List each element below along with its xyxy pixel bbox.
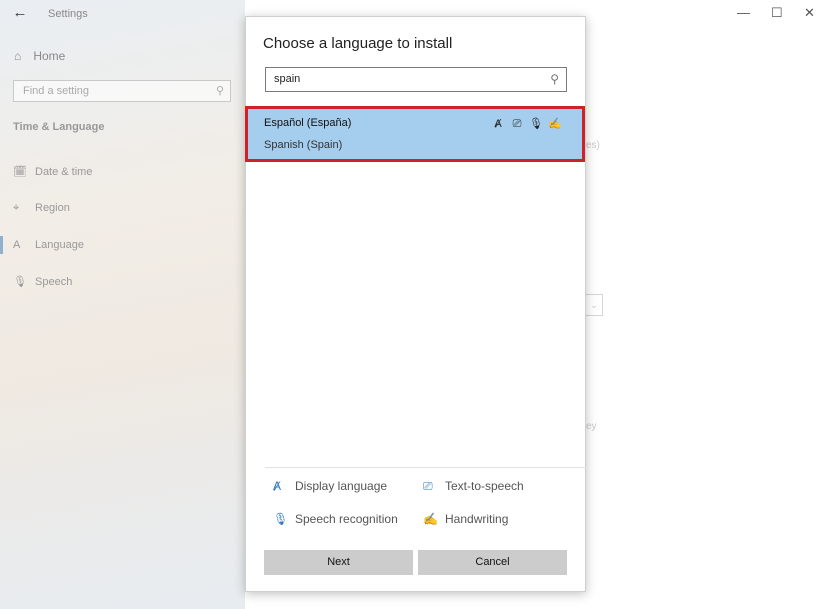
maximize-button[interactable]: ☐ xyxy=(771,5,783,21)
sidebar-item-date-time[interactable]: 🗓 Date & time xyxy=(13,165,92,178)
sidebar-item-label: Date & time xyxy=(35,166,93,178)
install-language-dialog: Choose a language to install spain ⚲ Esp… xyxy=(245,16,586,592)
sidebar-item-label: Language xyxy=(35,239,84,251)
sidebar-item-speech[interactable]: 🎙 Speech xyxy=(13,275,72,288)
sidebar-item-language[interactable]: A Language xyxy=(13,239,84,251)
search-icon: ⚲ xyxy=(550,72,559,86)
microphone-icon: 🎙 xyxy=(529,118,543,130)
globe-icon: ⌖ xyxy=(13,202,20,214)
home-icon: ⌂ xyxy=(14,49,22,63)
language-native-name: Español (España) xyxy=(264,117,352,129)
search-value: spain xyxy=(274,73,301,85)
legend-display-language: Ⱥ Display language xyxy=(273,479,387,493)
handwriting-icon: ✍ xyxy=(423,512,438,526)
display-language-icon: Ⱥ xyxy=(494,118,502,130)
handwriting-icon: ✍ xyxy=(548,118,562,130)
settings-sidebar: ← Settings ⌂ Home Find a setting ⚲ Time … xyxy=(0,0,245,609)
legend-text-to-speech: ⎚ Text-to-speech xyxy=(423,479,524,494)
next-button[interactable]: Next xyxy=(264,550,413,575)
cancel-button[interactable]: Cancel xyxy=(418,550,567,575)
microphone-icon: 🎙 xyxy=(273,512,289,526)
dialog-title: Choose a language to install xyxy=(263,35,453,52)
legend-label: Text-to-speech xyxy=(445,479,524,493)
sidebar-item-label: Region xyxy=(35,202,70,214)
close-button[interactable]: ✕ xyxy=(804,5,815,21)
back-arrow-icon[interactable]: ← xyxy=(10,4,30,22)
sidebar-item-region[interactable]: ⌖ Region xyxy=(13,202,70,215)
display-language-icon: Ⱥ xyxy=(273,479,282,493)
home-nav[interactable]: ⌂ Home xyxy=(14,49,65,63)
legend-handwriting: ✍ Handwriting xyxy=(423,512,508,526)
window-title: Settings xyxy=(48,8,88,20)
divider xyxy=(265,467,586,468)
text-to-speech-icon: ⎚ xyxy=(512,118,522,130)
text-to-speech-icon: ⎚ xyxy=(423,479,433,493)
language-result-item[interactable]: Español (España) Spanish (Spain) Ⱥ ⎚ 🎙 ✍ xyxy=(245,106,585,162)
feature-icons: Ⱥ ⎚ 🎙 ✍ xyxy=(491,117,562,131)
find-setting-placeholder: Find a setting xyxy=(23,85,90,97)
microphone-icon: 🎙 xyxy=(13,276,27,288)
background-dropdown: ⌄ xyxy=(585,294,603,316)
background-text-fragment: ey xyxy=(586,421,597,432)
search-icon: ⚲ xyxy=(215,85,224,97)
calendar-icon: 🗓 xyxy=(13,166,27,178)
legend-label: Display language xyxy=(295,479,388,493)
legend-label: Speech recognition xyxy=(295,512,398,526)
language-search-input[interactable]: spain ⚲ xyxy=(265,67,567,92)
home-label: Home xyxy=(33,49,66,63)
legend-label: Handwriting xyxy=(445,512,509,526)
active-indicator xyxy=(0,236,3,254)
background-text-fragment: es) xyxy=(586,140,600,151)
section-title: Time & Language xyxy=(13,121,105,133)
minimize-button[interactable]: — xyxy=(737,5,750,20)
sidebar-item-label: Speech xyxy=(35,276,73,288)
legend-speech-recognition: 🎙 Speech recognition xyxy=(273,512,398,526)
language-icon: A xyxy=(13,239,21,251)
find-setting-input[interactable]: Find a setting ⚲ xyxy=(13,80,231,102)
language-english-name: Spanish (Spain) xyxy=(264,139,343,151)
